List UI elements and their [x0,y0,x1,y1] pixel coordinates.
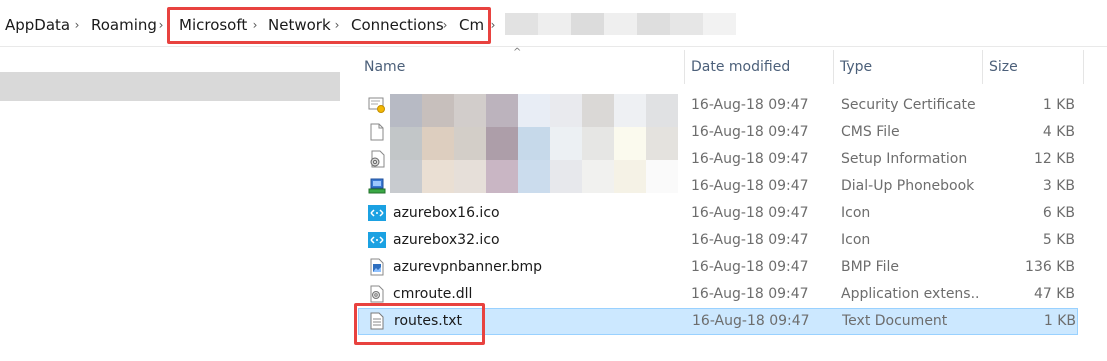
bitmap-icon [370,258,384,276]
file-size: 1 KB [1042,97,1075,113]
file-size: 4 KB [1042,124,1075,140]
column-header-name[interactable]: Name [358,47,684,87]
file-type: BMP File [841,259,900,275]
file-date: 16-Aug-18 09:47 [691,232,809,248]
column-header-size[interactable]: Size [983,47,1083,87]
file-size: 12 KB [1033,151,1075,167]
file-row[interactable]: azurebox16.ico 16-Aug-18 09:47 Icon 6 KB [358,200,1078,227]
file-type: Application extens... [841,286,981,302]
certificate-icon [368,97,385,113]
file-name: azurebox16.ico [393,205,500,221]
file-row[interactable]: azurebox32.ico 16-Aug-18 09:47 Icon 5 KB [358,227,1078,254]
column-header-date[interactable]: Date modified [685,47,833,87]
file-date: 16-Aug-18 09:47 [691,151,809,167]
nav-item-selected[interactable] [0,72,340,101]
azure-ico-icon [368,205,386,221]
file-size: 5 KB [1042,232,1075,248]
dll-icon [370,285,384,303]
blank-file-icon [370,123,384,141]
azure-ico-icon [368,232,386,248]
redacted-path-segment [505,13,769,35]
address-bar[interactable]: AppData › Roaming › Microsoft › Network … [0,0,1107,47]
file-name: azurevpnbanner.bmp [393,259,543,275]
file-size: 6 KB [1042,205,1075,221]
file-row[interactable]: azurevpnbanner.bmp 16-Aug-18 09:47 BMP F… [358,254,1078,281]
file-date: 16-Aug-18 09:47 [691,205,809,221]
file-date: 16-Aug-18 09:47 [691,124,809,140]
file-type: Security Certificate [841,97,976,113]
navigation-pane[interactable] [0,47,340,361]
annotation-highlight-routes [354,303,485,345]
file-type: Icon [841,232,871,248]
file-type: Icon [841,205,871,221]
file-type: Dial-Up Phonebook [841,178,975,194]
chevron-right-icon[interactable]: › [72,15,82,35]
chevron-right-icon[interactable]: › [156,15,166,35]
setup-info-icon [370,150,385,168]
breadcrumb-appdata[interactable]: AppData [5,15,70,35]
column-divider[interactable] [1083,50,1084,84]
file-date: 16-Aug-18 09:47 [691,286,809,302]
phonebook-icon [368,178,386,194]
file-date: 16-Aug-18 09:47 [691,97,809,113]
file-type: Text Document [842,313,948,329]
column-header-type[interactable]: Type [834,47,982,87]
file-date: 16-Aug-18 09:47 [691,259,809,275]
file-size: 1 KB [1043,313,1076,329]
redacted-file-names [390,94,678,193]
annotation-highlight-path [167,7,491,44]
file-size: 3 KB [1042,178,1075,194]
file-size: 136 KB [1025,259,1075,275]
file-type: Setup Information [841,151,968,167]
file-type: CMS File [841,124,900,140]
file-date: 16-Aug-18 09:47 [692,313,810,329]
file-date: 16-Aug-18 09:47 [691,178,809,194]
breadcrumb-roaming[interactable]: Roaming [91,15,157,35]
file-name: azurebox32.ico [393,232,500,248]
file-size: 47 KB [1033,286,1075,302]
